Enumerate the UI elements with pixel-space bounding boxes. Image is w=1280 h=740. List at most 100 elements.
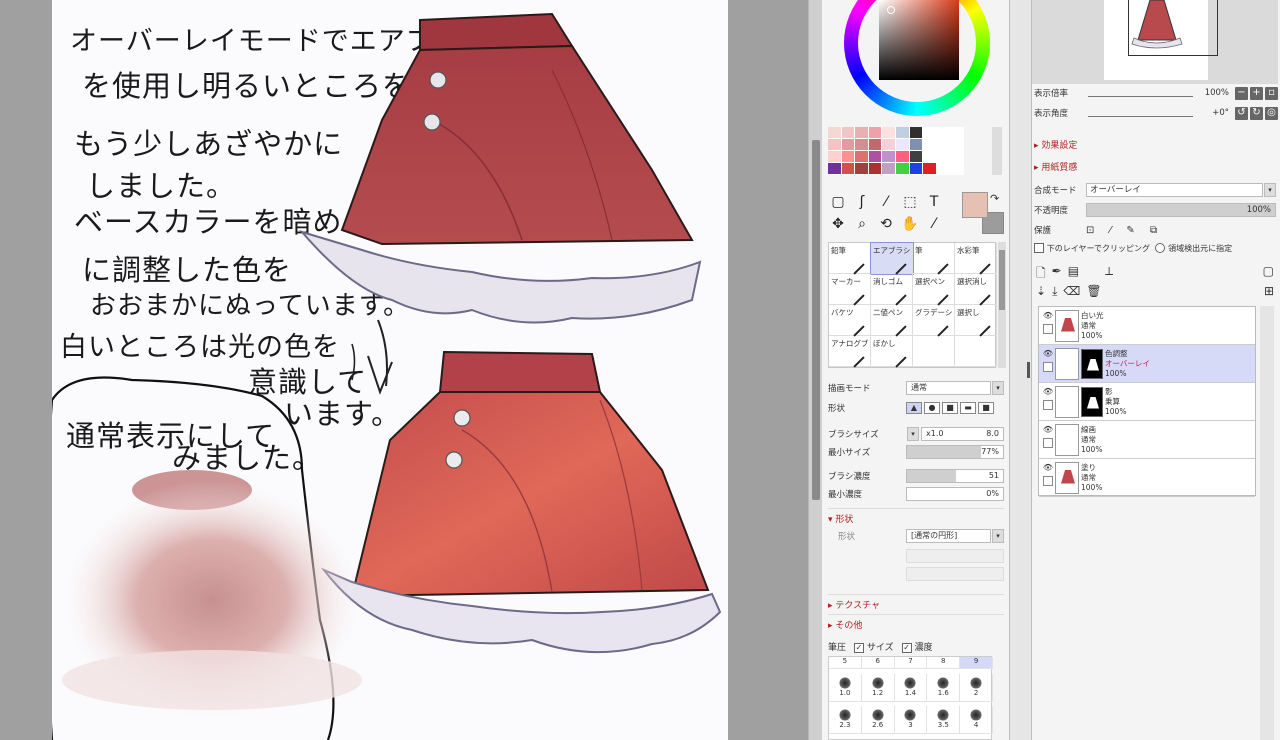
shape-option-4[interactable]: ▬ [960,402,976,414]
layer-mask-thumbnail[interactable] [1081,348,1103,379]
brush-slot[interactable]: 選択し [955,305,997,337]
expand-icon[interactable]: ⊞ [1264,284,1274,302]
rect-select-tool-icon[interactable]: ▢ [828,192,848,212]
color-swatch[interactable] [936,127,951,139]
color-swatch[interactable] [936,163,951,175]
size-preset[interactable]: 1.0 [829,673,862,702]
layer-row[interactable]: 👁 白い光 通常 100% [1039,307,1255,345]
layer-row[interactable]: 👁 色調整 オーバーレイ 100% [1039,345,1255,383]
size-header[interactable]: 5 [829,657,862,669]
brush-slot[interactable] [955,336,997,367]
min-size-slider[interactable]: 77% [906,445,1004,459]
layer-settings-icon[interactable]: ▢ [1263,264,1274,282]
brush-size-field[interactable]: x1.0 8.0 [921,427,1004,441]
brush-slot[interactable]: 水彩筆 [955,243,997,275]
rotate-right-button[interactable]: ↻ [1250,106,1263,120]
zoom-slider[interactable] [1088,89,1193,97]
color-swatch[interactable] [868,151,883,163]
brush-slot[interactable] [913,336,955,367]
color-swatch[interactable] [923,151,937,163]
navigator-preview[interactable] [1032,0,1278,84]
color-swatch[interactable] [950,127,964,139]
swatch-scrollbar[interactable] [992,127,1002,175]
color-swatch[interactable] [950,151,964,163]
shape-option-2[interactable]: ● [924,402,940,414]
brush-slot[interactable]: 選択ペン [913,274,955,306]
angle-slider[interactable] [1088,109,1193,117]
color-picker-cursor[interactable] [887,6,895,14]
brush-slot[interactable]: 二値ペン [871,305,913,337]
brush-slot[interactable]: エアブラシ [870,242,914,275]
chevron-down-icon[interactable]: ▾ [992,381,1004,395]
hand-tool-icon[interactable]: ✋ [900,214,920,234]
color-swatch[interactable] [909,151,924,163]
drawing-paper[interactable]: オーバーレイモードでエアブラシ を使用し明るいところを もう少しあざやかに しま… [52,0,728,740]
ref-radio[interactable] [1155,243,1166,253]
size-multiplier-dropdown[interactable]: ▾ [907,427,919,441]
protect-icons[interactable]: ⊡ ⁄ ✎ ⧉ [1086,225,1163,236]
text-tool-icon[interactable]: T [924,192,944,212]
brush-slot[interactable]: 鉛筆 [829,243,871,275]
shape-option-5[interactable]: ■ [978,402,994,414]
color-swatch[interactable] [909,139,924,151]
size-preset[interactable]: 2.6 [861,706,895,735]
color-swatch[interactable] [841,151,856,163]
clear-layer-icon[interactable]: ⌫ [1063,284,1080,302]
zoom-in-button[interactable]: + [1250,86,1263,100]
tool-panel-scrollbar[interactable] [1010,0,1032,740]
size-preset[interactable]: 1.4 [894,673,928,702]
color-swatch[interactable] [828,127,842,139]
brush-grid-scrollbar[interactable] [998,242,1006,368]
navigator-view-frame[interactable] [1128,0,1218,56]
delete-layer-icon[interactable]: 🗑 [1086,284,1101,302]
layer-visibility-icon[interactable]: 👁 [1041,387,1055,417]
move-tool-icon[interactable]: ✥ [828,214,848,234]
color-swatch[interactable] [923,127,937,139]
zoom-out-button[interactable]: − [1235,86,1248,100]
brush-density-slider[interactable]: 51 [906,469,1004,483]
layer-visibility-icon[interactable]: 👁 [1041,311,1055,341]
new-layer-icon[interactable]: 🗋 [1036,264,1046,282]
min-density-slider[interactable]: 0% [906,487,1004,501]
zoom-tool-icon[interactable]: ⌕ [852,214,872,234]
rotate-tool-icon[interactable]: ⟲ [876,214,896,234]
layer-opacity-slider[interactable]: 100% [1086,203,1276,217]
size-preset[interactable]: 3.5 [927,706,961,735]
size-preset[interactable]: 1.6 [927,673,961,702]
color-swatch[interactable] [855,151,869,163]
layer-lock-checkbox[interactable] [1043,323,1053,334]
shape-type-select[interactable]: [通常の円形] [906,529,991,543]
color-swatch[interactable] [923,163,937,175]
lasso-tool-icon[interactable]: ʃ [852,192,872,212]
pressure-size-check[interactable]: ✓ サイズ [854,640,894,653]
color-swatch[interactable] [841,127,856,139]
brush-slot[interactable]: 選択消し [955,274,997,306]
color-swatch[interactable] [855,127,869,139]
color-swatch[interactable] [855,163,869,175]
new-linework-layer-icon[interactable]: ✒ [1052,264,1062,282]
section-shape[interactable]: ▾ 形状 [828,508,1004,525]
chevron-down-icon[interactable]: ▾ [1264,183,1276,197]
color-swatch[interactable] [828,139,842,151]
color-swatch[interactable] [868,139,883,151]
color-swatch[interactable] [909,127,924,139]
color-swatch[interactable] [923,139,937,151]
layer-blend-select[interactable]: オーバーレイ [1086,183,1263,197]
layer-lock-checkbox[interactable] [1043,475,1053,486]
rotate-reset-button[interactable]: ◎ [1265,106,1278,120]
brush-slot[interactable]: バケツ [829,305,871,337]
layer-mask-thumbnail[interactable] [1081,386,1103,417]
magic-wand-tool-icon[interactable]: ⁄ [876,192,896,212]
color-swatch[interactable] [895,151,910,163]
pressure-density-check[interactable]: ✓ 濃度 [901,640,933,653]
color-swatch[interactable] [882,151,896,163]
shape-option-1[interactable]: ▲ [906,402,922,414]
brush-slot[interactable]: ぼかし [871,336,913,368]
color-swatch[interactable] [936,139,951,151]
clip-checkbox[interactable] [1034,243,1044,253]
eyedropper-tool-icon[interactable]: ⁄ [924,214,944,234]
size-header[interactable]: 6 [861,657,895,669]
color-saturation-square[interactable] [879,0,959,80]
color-swatch[interactable] [841,139,856,151]
color-swatch[interactable] [882,127,896,139]
